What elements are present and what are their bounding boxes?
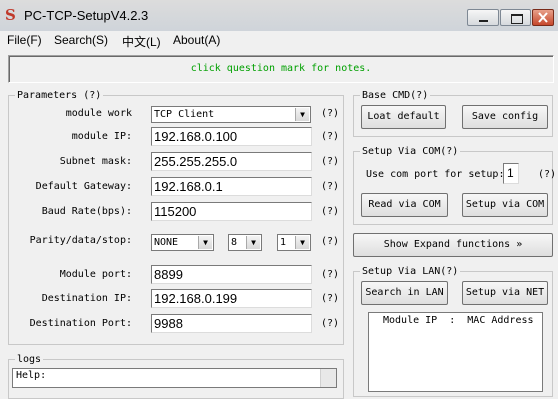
logs-help-text: Help: (16, 370, 47, 381)
destination-ip-help[interactable]: (?) (321, 292, 339, 306)
window-title: PC-TCP-SetupV4.2.3 (24, 8, 149, 23)
destination-ip-label: Destination IP: (41, 293, 132, 304)
stop-bits-select[interactable]: 1 ▼ (277, 234, 311, 251)
chevron-down-icon: ▼ (295, 108, 309, 121)
destination-ip-field[interactable]: 192.168.0.199 (151, 289, 312, 308)
close-button[interactable] (532, 9, 554, 26)
chevron-down-icon: ▼ (246, 236, 260, 249)
notice-panel: click question mark for notes. (8, 55, 554, 83)
menu-search[interactable]: Search(S) (54, 33, 108, 47)
setup-via-net-button[interactable]: Setup via NET (462, 281, 548, 305)
minimize-button[interactable] (467, 9, 499, 26)
maximize-button[interactable] (500, 9, 531, 26)
module-port-field[interactable]: 8899 (151, 265, 312, 284)
save-config-button[interactable]: Save config (462, 105, 548, 129)
parity-label: Parity/data/stop: (29, 235, 132, 246)
chevron-down-icon: ▼ (295, 236, 309, 249)
data-bits-select[interactable]: 8 ▼ (228, 234, 262, 251)
subnet-mask-label: Subnet mask: (59, 156, 132, 167)
module-work-help[interactable]: (?) (321, 107, 339, 121)
destination-port-field[interactable]: 9988 (151, 314, 312, 333)
app-icon: S (5, 6, 16, 24)
com-port-field[interactable]: 1 (503, 163, 519, 184)
destination-port-label: Destination Port: (29, 318, 132, 329)
parity-select[interactable]: NONE ▼ (151, 234, 214, 251)
menu-language[interactable]: 中文(L) (122, 33, 161, 50)
logs-scrollbar[interactable] (320, 369, 336, 387)
com-port-help[interactable]: (?) (538, 168, 556, 182)
chevron-down-icon: ▼ (198, 236, 212, 249)
module-list[interactable]: Module IP : MAC Address (368, 312, 543, 392)
load-default-button[interactable]: Loat default (361, 105, 446, 129)
base-cmd-group-label[interactable]: Base CMD(?) (360, 89, 431, 102)
menu-about[interactable]: About(A) (173, 33, 220, 47)
menu-bar: File(F) Search(S) 中文(L) About(A) (0, 31, 558, 50)
subnet-mask-field[interactable]: 255.255.255.0 (151, 152, 312, 171)
module-work-value: TCP Client (154, 109, 215, 120)
data-bits-value: 8 (231, 237, 238, 248)
parity-help[interactable]: (?) (321, 235, 339, 249)
parameters-group-label[interactable]: Parameters (?) (15, 89, 104, 102)
search-in-lan-button[interactable]: Search in LAN (361, 281, 448, 305)
gateway-label: Default Gateway: (35, 181, 132, 192)
gateway-help[interactable]: (?) (321, 180, 339, 194)
subnet-mask-help[interactable]: (?) (321, 155, 339, 169)
read-via-com-button[interactable]: Read via COM (361, 193, 448, 217)
menu-file[interactable]: File(F) (7, 33, 42, 47)
module-list-header: Module IP : MAC Address (383, 315, 534, 326)
close-icon (538, 12, 548, 23)
parity-value: NONE (154, 237, 179, 248)
module-port-label: Module port: (59, 269, 132, 280)
baud-rate-help[interactable]: (?) (321, 205, 339, 219)
title-bar: S PC-TCP-SetupV4.2.3 (0, 0, 558, 32)
module-ip-field[interactable]: 192.168.0.100 (151, 127, 312, 146)
maximize-icon (511, 14, 523, 24)
setup-com-group-label[interactable]: Setup Via COM(?) (360, 145, 461, 158)
notice-text: click question mark for notes. (190, 63, 372, 74)
minimize-icon (479, 20, 488, 22)
com-port-label: Use com port for setup: (366, 169, 505, 180)
show-expand-functions-button[interactable]: Show Expand functions » (353, 233, 553, 257)
logs-group-label: logs (15, 353, 44, 366)
logs-textarea[interactable]: Help: (12, 368, 337, 388)
gateway-field[interactable]: 192.168.0.1 (151, 177, 312, 196)
setup-via-com-button[interactable]: Setup via COM (462, 193, 548, 217)
setup-lan-group-label[interactable]: Setup Via LAN(?) (360, 265, 461, 278)
module-work-select[interactable]: TCP Client ▼ (151, 106, 311, 123)
module-ip-label: module IP: (71, 131, 132, 142)
destination-port-help[interactable]: (?) (321, 317, 339, 331)
module-port-help[interactable]: (?) (321, 268, 339, 282)
baud-rate-label: Baud Rate(bps): (41, 206, 132, 217)
module-work-label: module work (65, 108, 132, 119)
baud-rate-field[interactable]: 115200 (151, 202, 312, 221)
stop-bits-value: 1 (280, 237, 287, 248)
module-ip-help[interactable]: (?) (321, 130, 339, 144)
